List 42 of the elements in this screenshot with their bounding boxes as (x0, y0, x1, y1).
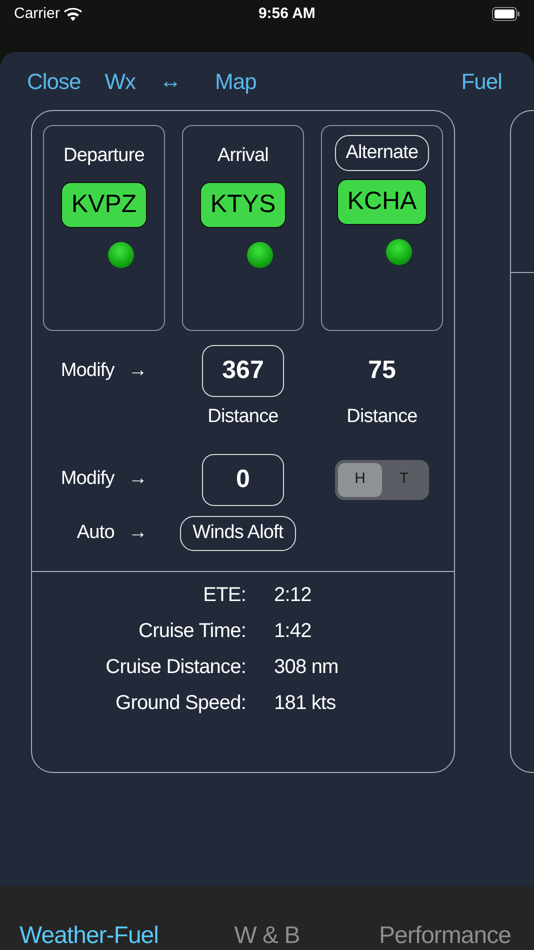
arrow-text: → (128, 358, 147, 383)
distance-label: Distance (206, 405, 280, 429)
toolbar-link[interactable]: Wx (104, 64, 136, 98)
alternate-distance: 75 (367, 355, 397, 386)
stat-value: 2:12 (274, 582, 312, 608)
stat-label: Ground Speed: (114, 690, 246, 716)
stat-label: ETE: (202, 582, 246, 608)
stat-value: 1:42 (274, 618, 312, 644)
stat-value: 308 nm (274, 654, 340, 680)
wifi-icon (64, 8, 82, 20)
swap-button[interactable]: ↔ (160, 66, 182, 96)
airport-code-button[interactable]: KTYS (200, 182, 286, 228)
status-dot (247, 242, 273, 268)
tab[interactable]: Weather-Fuel (0, 922, 178, 950)
arrow-text: → (128, 467, 147, 492)
clock-time: 9:56 AM (258, 4, 316, 24)
wind-field[interactable]: 0 (202, 454, 284, 506)
status-dot (108, 242, 134, 268)
status-dot (386, 239, 412, 265)
distance-label: Distance (346, 405, 418, 429)
airport-code-button[interactable]: KCHA (337, 179, 427, 225)
action-label: Modify (60, 467, 114, 492)
arrow-text: → (128, 521, 147, 546)
airport-code-button[interactable]: KVPZ (61, 182, 147, 228)
airport-label: Arrival (217, 144, 269, 168)
stat-label: Cruise Distance: (104, 654, 246, 680)
stat-label: Cruise Time: (138, 618, 246, 644)
airport-label: Departure (64, 144, 144, 168)
alternate-button[interactable]: Alternate (334, 135, 430, 171)
tab[interactable]: W & B (178, 922, 356, 950)
winds-aloft-button[interactable]: Winds Aloft (180, 516, 296, 551)
stat-value: 181 kts (274, 690, 337, 716)
fuel-link[interactable]: Fuel (461, 64, 502, 98)
toolbar-link[interactable]: Close (27, 64, 81, 98)
distance-field[interactable]: 367 (202, 345, 284, 397)
toolbar-link[interactable]: Map (215, 64, 256, 98)
action-label: Auto (76, 521, 114, 546)
tab[interactable]: Performance (356, 922, 534, 950)
battery-icon (492, 7, 520, 21)
action-label: Modify (60, 358, 114, 383)
segment[interactable]: H (338, 462, 382, 496)
carrier-name: Carrier (14, 4, 60, 24)
